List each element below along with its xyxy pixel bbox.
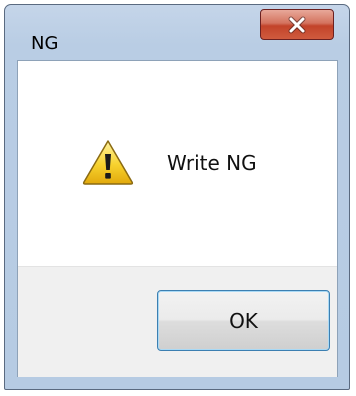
warning-icon — [81, 138, 135, 186]
ok-button[interactable]: OK — [157, 290, 330, 351]
close-icon — [287, 16, 307, 34]
ok-button-label: OK — [229, 308, 258, 333]
close-button[interactable] — [260, 9, 334, 40]
message-text: Write NG — [167, 151, 257, 175]
window-title: NG — [31, 33, 59, 54]
